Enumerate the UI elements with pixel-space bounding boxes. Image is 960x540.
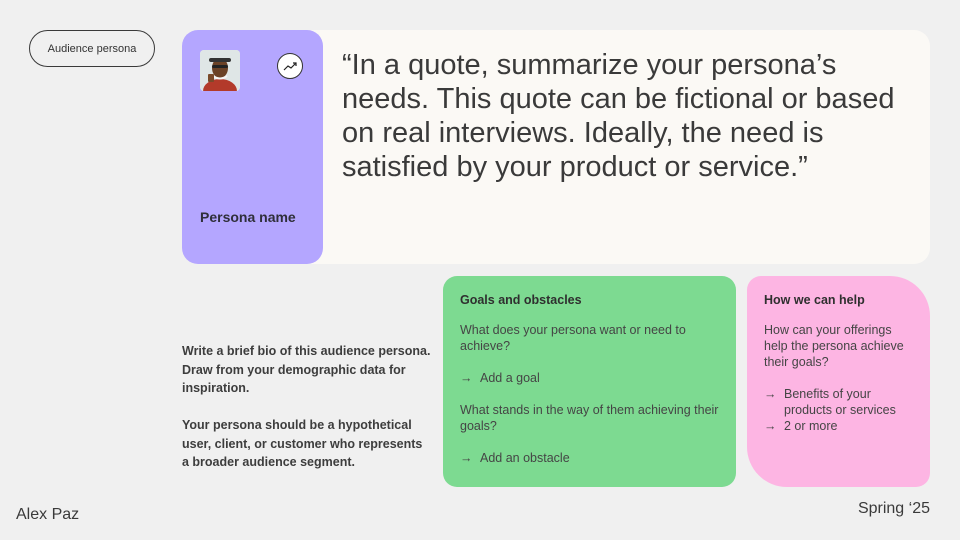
person-photo-icon [200,50,240,91]
help-item-2-label: 2 or more [784,419,838,433]
persona-card: Persona name [182,30,323,264]
goals-card: Goals and obstacles What does your perso… [443,276,736,487]
persona-quote: “In a quote, summarize your persona’s ne… [342,49,895,183]
bio-paragraph-2: Your persona should be a hypothetical us… [182,418,423,469]
help-card: How we can help How can your offerings h… [747,276,930,487]
bio-paragraph-1: Write a brief bio of this audience perso… [182,344,431,395]
audience-persona-tag-label: Audience persona [47,42,137,55]
persona-bio: Write a brief bio of this audience perso… [182,342,432,472]
trending-up-icon [277,53,303,79]
arrow-right-icon: → [460,371,473,385]
goals-question-1: What does your persona want or need to a… [460,323,686,353]
goal-item-label: Add a goal [480,371,540,385]
obstacle-item: → Add an obstacle [460,450,720,466]
persona-name: Persona name [200,209,296,225]
help-item-2: → 2 or more [764,418,919,434]
audience-persona-tag: Audience persona [29,30,155,67]
help-item-1-label: Benefits of your products or services [784,387,896,417]
help-title: How we can help [764,293,865,307]
goals-title: Goals and obstacles [460,293,582,307]
season-label: Spring ‘25 [857,500,930,517]
arrow-right-icon: → [764,419,777,433]
goals-question-2: What stands in the way of them achieving… [460,403,719,433]
help-question: How can your offerings help the persona … [764,323,904,369]
arrow-right-icon: → [460,451,473,465]
help-item-1: → Benefits of your products or services [764,386,919,418]
obstacle-item-label: Add an obstacle [480,451,570,465]
arrow-right-icon: → [764,387,777,401]
goal-item: → Add a goal [460,370,720,386]
author-name: Alex Paz [16,506,80,523]
